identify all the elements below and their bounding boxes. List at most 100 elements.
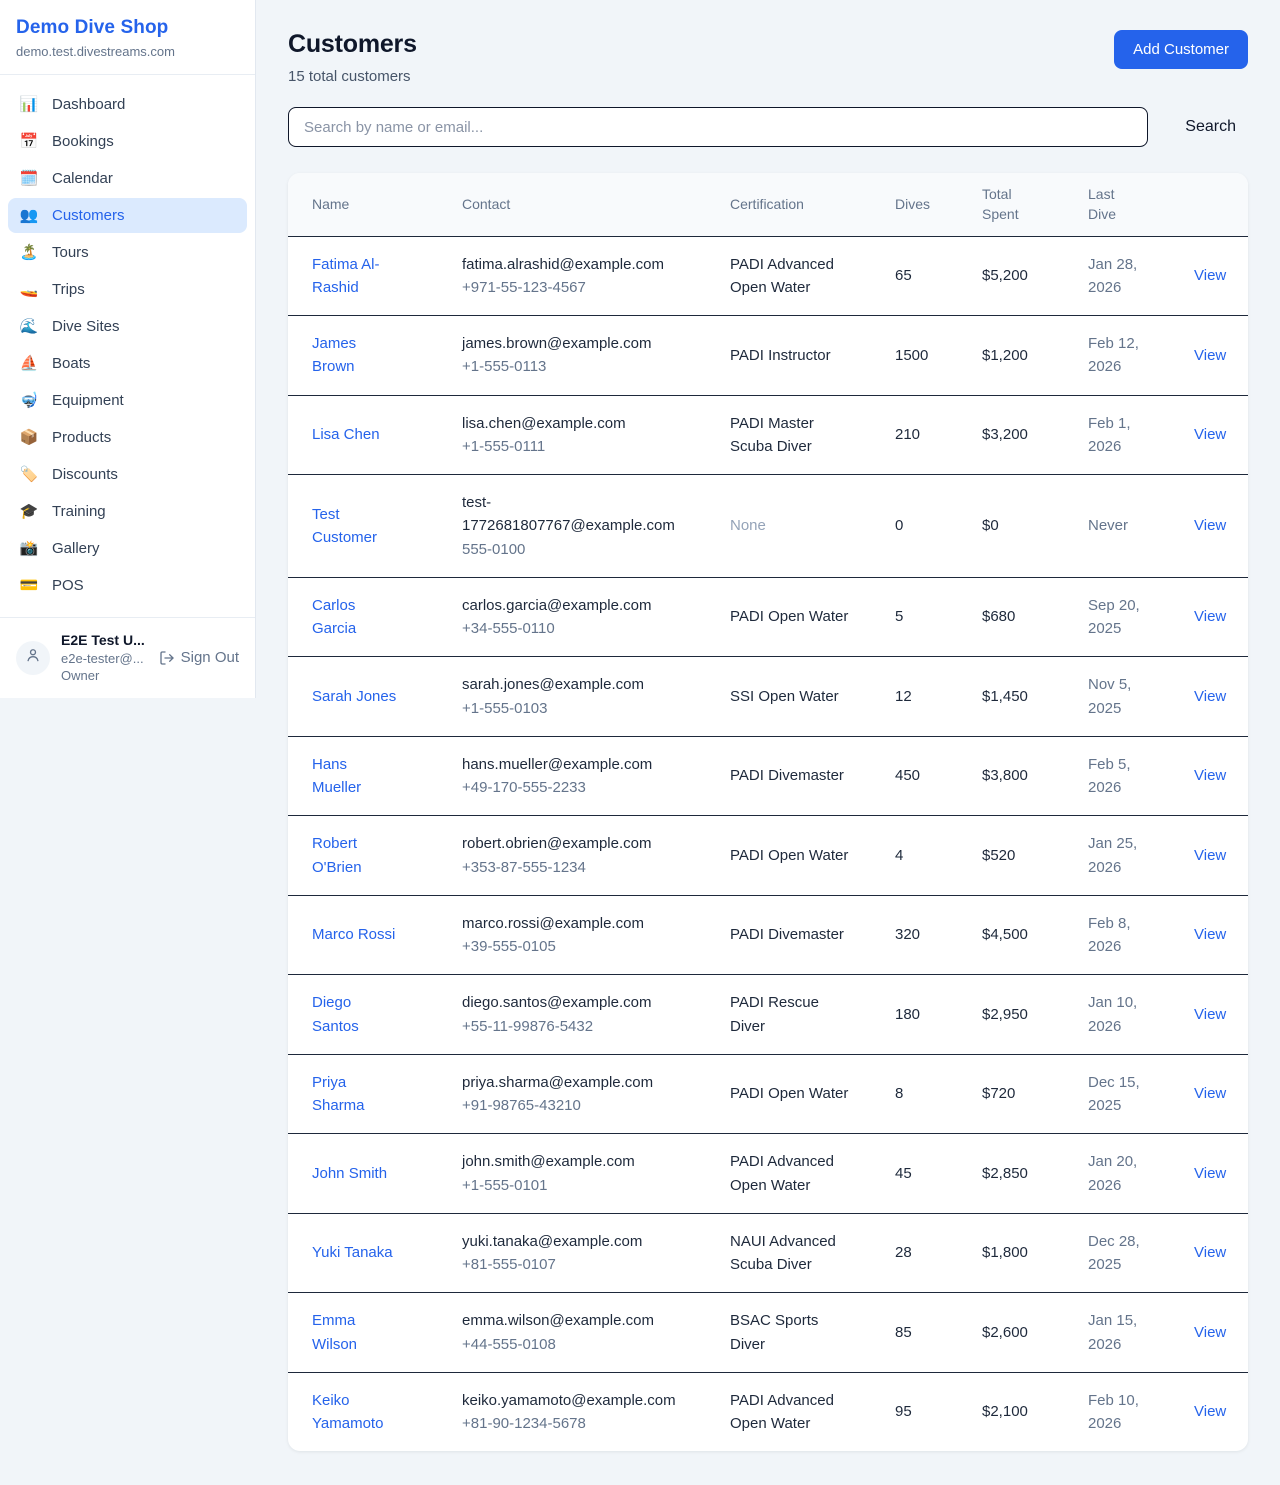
sign-out-button[interactable]: Sign Out	[159, 649, 239, 666]
sidebar-item-products[interactable]: 📦Products	[8, 420, 247, 455]
cell-last-dive: Feb 1, 2026	[1072, 395, 1178, 475]
sidebar-item-tours[interactable]: 🏝️Tours	[8, 235, 247, 270]
sidebar-item-dive-sites[interactable]: 🌊Dive Sites	[8, 309, 247, 344]
search-button[interactable]: Search	[1173, 114, 1248, 140]
view-link[interactable]: View	[1194, 1165, 1226, 1182]
customer-name-link[interactable]: Sarah Jones	[312, 688, 396, 705]
table-row: Hans Mueller hans.mueller@example.com+49-…	[288, 736, 1248, 816]
cell-contact: hans.mueller@example.com+49-170-555-2233	[438, 736, 714, 816]
view-link[interactable]: View	[1194, 347, 1226, 364]
customer-name-link[interactable]: James Brown	[312, 335, 356, 375]
customer-name-link[interactable]: Yuki Tanaka	[312, 1244, 393, 1261]
customer-name-link[interactable]: John Smith	[312, 1165, 387, 1182]
user-footer: E2E Test U... e2e-tester@... Owner Sign …	[0, 617, 255, 698]
sidebar-item-customers[interactable]: 👥Customers	[8, 198, 247, 233]
col-header-dives: Dives	[879, 173, 966, 236]
view-link[interactable]: View	[1194, 517, 1226, 534]
sidebar-item-gallery[interactable]: 📸 Gallery	[8, 531, 247, 566]
sidebar-item-trips[interactable]: 🚤Trips	[8, 272, 247, 307]
view-link[interactable]: View	[1194, 688, 1226, 705]
bar-chart-icon: 📊	[19, 97, 39, 112]
cell-last-dive: Dec 28, 2025	[1072, 1213, 1178, 1293]
customer-phone: +353-87-555-1234	[462, 856, 690, 879]
page: Demo Dive Shop demo.test.divestreams.com…	[0, 0, 1280, 1485]
main-content: Customers 15 total customers Add Custome…	[256, 0, 1280, 1476]
sidebar-item-dashboard[interactable]: 📊 Dashboard	[8, 87, 247, 122]
view-link[interactable]: View	[1194, 767, 1226, 784]
table-row: Marco Rossimarco.rossi@example.com+39-55…	[288, 895, 1248, 975]
sidebar-item-boats[interactable]: ⛵Boats	[8, 346, 247, 381]
sidebar: Demo Dive Shop demo.test.divestreams.com…	[0, 0, 256, 698]
sidebar-item-bookings[interactable]: 📅Bookings	[8, 124, 247, 159]
sidebar-item-label: Training	[52, 503, 106, 520]
customer-name-link[interactable]: Fatima Al-Rashid	[312, 256, 380, 296]
add-customer-button[interactable]: Add Customer	[1114, 30, 1248, 69]
view-link[interactable]: View	[1194, 1085, 1226, 1102]
sidebar-item-discounts[interactable]: 🏷️Discounts	[8, 457, 247, 492]
customer-email: diego.santos@example.com	[462, 991, 690, 1014]
tag-icon: 🏷️	[19, 467, 39, 482]
view-link[interactable]: View	[1194, 847, 1226, 864]
cell-total-spent: $680	[966, 577, 1072, 657]
spiral-calendar-icon: 🗓️	[19, 171, 39, 186]
customer-name-link[interactable]: Priya Sharma	[312, 1074, 365, 1114]
person-icon	[24, 646, 42, 669]
brand-domain: demo.test.divestreams.com	[16, 44, 239, 59]
cell-dives: 28	[879, 1213, 966, 1293]
view-link[interactable]: View	[1194, 926, 1226, 943]
sidebar-item-label: Products	[52, 429, 111, 446]
sidebar-item-training[interactable]: 🎓Training	[8, 494, 247, 529]
cell-certification: PADI Advanced Open Water	[714, 236, 879, 316]
sign-out-label: Sign Out	[181, 649, 239, 666]
search-input[interactable]	[288, 107, 1148, 147]
customer-email: yuki.tanaka@example.com	[462, 1230, 690, 1253]
user-email: e2e-tester@...	[61, 650, 148, 668]
view-link[interactable]: View	[1194, 608, 1226, 625]
calendar-page-icon: 📅	[19, 134, 39, 149]
cell-name: Robert O'Brien	[288, 816, 438, 896]
col-header-name: Name	[288, 173, 438, 236]
view-link[interactable]: View	[1194, 426, 1226, 443]
cell-actions: View	[1178, 395, 1248, 475]
sidebar-item-equipment[interactable]: 🤿Equipment	[8, 383, 247, 418]
view-link[interactable]: View	[1194, 1244, 1226, 1261]
cell-total-spent: $5,200	[966, 236, 1072, 316]
customer-name-link[interactable]: Robert O'Brien	[312, 835, 362, 875]
customer-name-link[interactable]: Lisa Chen	[312, 426, 380, 443]
sidebar-item-label: Gallery	[52, 540, 100, 557]
main-header: Customers 15 total customers Add Custome…	[288, 30, 1248, 85]
table-row: Diego Santosdiego.santos@example.com+55-…	[288, 975, 1248, 1055]
customer-email: robert.obrien@example.com	[462, 832, 690, 855]
col-header-certification: Certification	[714, 173, 879, 236]
cell-certification: PADI Rescue Diver	[714, 975, 879, 1055]
customer-name-link[interactable]: Emma Wilson	[312, 1312, 357, 1352]
customer-name-link[interactable]: Keiko Yamamoto	[312, 1392, 383, 1432]
sidebar-item-label: Trips	[52, 281, 85, 298]
table-row: Keiko Yamamotokeiko.yamamoto@example.com…	[288, 1372, 1248, 1451]
sidebar-item-label: Dashboard	[52, 96, 125, 113]
view-link[interactable]: View	[1194, 267, 1226, 284]
camera-icon: 📸	[19, 541, 39, 556]
table-row: Sarah Jonessarah.jones@example.com+1-555…	[288, 657, 1248, 737]
customer-name-link[interactable]: Hans Mueller	[312, 756, 361, 796]
customer-email: test-1772681807767@example.com	[462, 491, 690, 538]
cell-actions: View	[1178, 1134, 1248, 1214]
view-link[interactable]: View	[1194, 1324, 1226, 1341]
cell-total-spent: $2,950	[966, 975, 1072, 1055]
customer-email: emma.wilson@example.com	[462, 1309, 690, 1332]
user-name: E2E Test U...	[61, 631, 148, 650]
customer-name-link[interactable]: Test Customer	[312, 506, 377, 546]
customer-name-link[interactable]: Carlos Garcia	[312, 597, 356, 637]
sidebar-item-calendar[interactable]: 🗓️Calendar	[8, 161, 247, 196]
customer-phone: +44-555-0108	[462, 1333, 690, 1356]
customer-name-link[interactable]: Marco Rossi	[312, 926, 395, 943]
view-link[interactable]: View	[1194, 1006, 1226, 1023]
customer-email: james.brown@example.com	[462, 332, 690, 355]
sidebar-item-pos[interactable]: 💳POS	[8, 568, 247, 603]
cell-contact: carlos.garcia@example.com+34-555-0110	[438, 577, 714, 657]
cell-name: Emma Wilson	[288, 1293, 438, 1373]
customers-table: Name Contact Certification Dives Total S…	[288, 173, 1248, 1451]
view-link[interactable]: View	[1194, 1403, 1226, 1420]
customer-name-link[interactable]: Diego Santos	[312, 994, 359, 1034]
table-row: Test Customer test-1772681807767@example.…	[288, 475, 1248, 578]
